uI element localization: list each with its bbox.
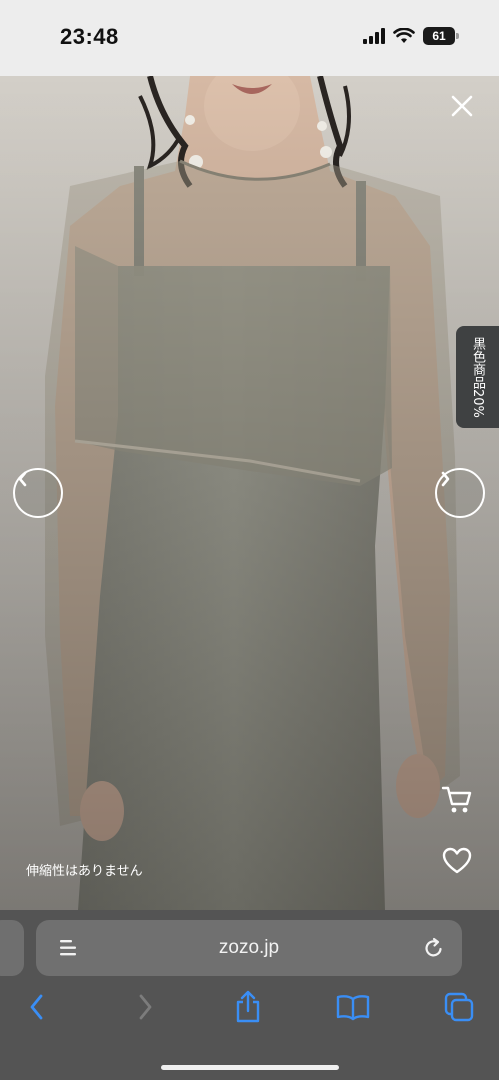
bookmarks-button[interactable] bbox=[336, 990, 370, 1024]
back-icon bbox=[30, 994, 43, 1020]
signal-icon bbox=[363, 28, 385, 44]
next-image-button[interactable] bbox=[435, 468, 485, 518]
heart-icon bbox=[442, 847, 472, 874]
bookmarks-icon bbox=[336, 995, 370, 1021]
promo-tab[interactable]: 黒色商品20% bbox=[456, 326, 499, 428]
close-button[interactable] bbox=[448, 92, 476, 120]
share-button[interactable] bbox=[231, 990, 265, 1024]
wifi-icon bbox=[393, 28, 415, 43]
reload-icon[interactable] bbox=[423, 937, 445, 959]
add-to-cart-button[interactable] bbox=[440, 782, 474, 816]
chevron-right-icon bbox=[441, 471, 450, 487]
tabs-icon bbox=[444, 992, 474, 1022]
status-icons: 61 bbox=[363, 27, 459, 45]
product-photo bbox=[0, 76, 499, 910]
address-bar[interactable]: zozo.jp bbox=[36, 920, 462, 976]
url-text: zozo.jp bbox=[218, 937, 280, 958]
previous-image-button[interactable] bbox=[13, 468, 63, 518]
tabs-button[interactable] bbox=[442, 990, 476, 1024]
chevron-left-icon bbox=[18, 471, 27, 487]
share-icon bbox=[236, 990, 260, 1023]
navigation-toolbar bbox=[0, 990, 499, 1030]
home-indicator[interactable] bbox=[161, 1065, 339, 1070]
cart-icon bbox=[441, 786, 472, 813]
product-photo-viewer[interactable]: 黒色商品20% 伸縮性はありません bbox=[0, 76, 499, 910]
battery-icon: 61 bbox=[423, 27, 459, 45]
battery-level: 61 bbox=[432, 29, 446, 43]
status-time: 23:48 bbox=[60, 24, 119, 49]
favorite-button[interactable] bbox=[441, 845, 473, 877]
browser-toolbar: zozo.jp bbox=[0, 910, 499, 1080]
promo-label: 黒色商品20% bbox=[470, 336, 485, 418]
image-caption: 伸縮性はありません bbox=[26, 864, 143, 879]
status-bar: 23:48 61 bbox=[0, 0, 499, 76]
forward-icon bbox=[139, 994, 152, 1020]
previous-tab-peek[interactable] bbox=[0, 920, 24, 976]
close-icon bbox=[451, 95, 473, 117]
forward-button[interactable] bbox=[128, 990, 162, 1024]
back-button[interactable] bbox=[20, 990, 54, 1024]
